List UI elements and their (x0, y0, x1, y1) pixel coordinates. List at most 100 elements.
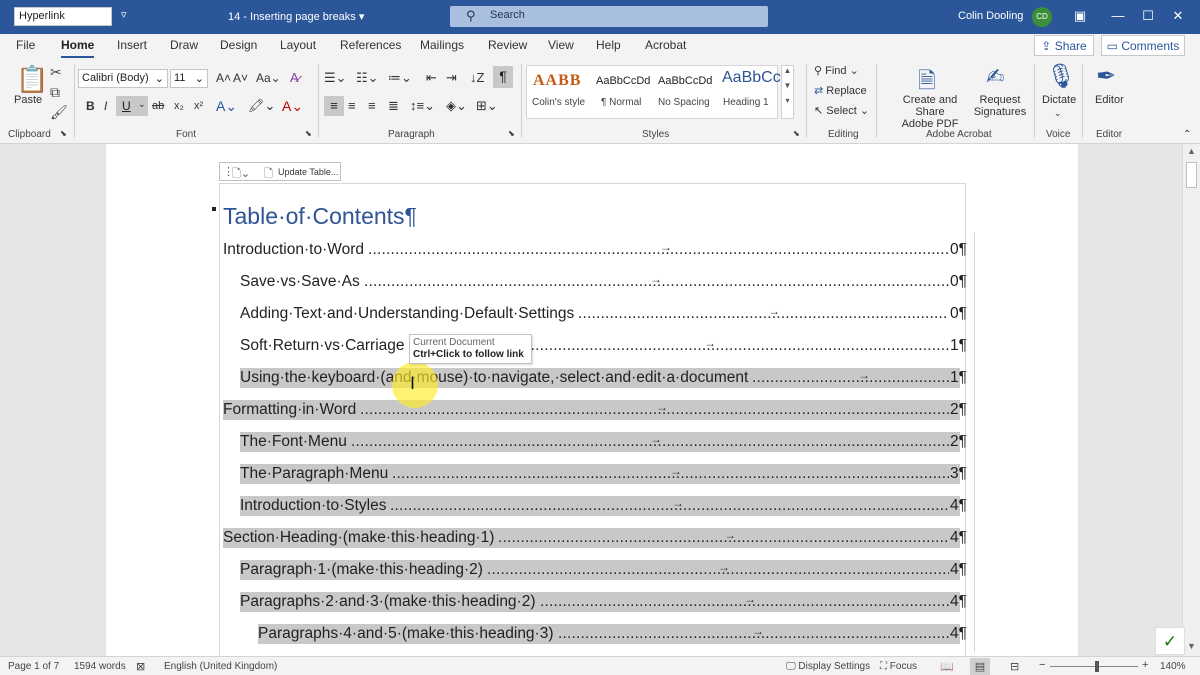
borders-icon[interactable]: ⊞⌄ (476, 98, 498, 114)
toc-menu-icon[interactable]: 🗋⌄ (232, 165, 250, 184)
print-layout-icon[interactable]: ▤ (970, 658, 990, 675)
focus-button[interactable]: ⛶ Focus (880, 661, 917, 672)
copy-icon[interactable]: ⧉ (50, 84, 60, 101)
create-share-pdf-button[interactable]: Create and Share Adobe PDF (890, 94, 970, 130)
shrink-font-icon[interactable]: A˅ (233, 71, 248, 85)
page-count[interactable]: Page 1 of 7 (8, 661, 59, 672)
superscript-icon[interactable]: x² (194, 100, 203, 112)
format-painter-icon[interactable]: 🖌 (50, 104, 68, 121)
chevron-up-icon[interactable]: ▲ (782, 66, 793, 75)
paragraph-launcher-icon[interactable]: ⬊ (508, 129, 515, 138)
toc-entry[interactable]: Save·vs·Save·As.........................… (240, 272, 967, 292)
font-size-select[interactable]: 11 ⌄ (170, 69, 208, 88)
tab-mailings[interactable]: Mailings (420, 38, 464, 52)
toc-entry[interactable]: Paragraph·1·(make·this·heading·2).......… (240, 560, 967, 580)
increase-indent-icon[interactable]: ⇥ (446, 70, 457, 86)
decrease-indent-icon[interactable]: ⇤ (426, 70, 437, 86)
minimize-icon[interactable]: — (1106, 6, 1130, 26)
comments-button[interactable]: ▭ Comments (1101, 35, 1185, 56)
tab-references[interactable]: References (340, 38, 401, 52)
more-styles-icon[interactable]: ▾ (782, 96, 793, 105)
web-layout-icon[interactable]: ⊟ (1010, 660, 1019, 673)
toc-entry[interactable]: Paragraphs·4·and·5·(make·this·heading·3)… (258, 624, 967, 644)
zoom-level[interactable]: 140% (1160, 661, 1186, 672)
tab-draw[interactable]: Draw (170, 38, 198, 52)
scrollbar-thumb[interactable] (1186, 162, 1197, 188)
user-name[interactable]: Colin Dooling (958, 10, 1023, 22)
select-button[interactable]: ↖ Select ⌄ (814, 104, 869, 117)
styles-gallery-scroll[interactable]: ▲ ▼ ▾ (781, 65, 794, 119)
tab-acrobat[interactable]: Acrobat (645, 38, 686, 52)
underline-button[interactable]: U ⌄ (116, 96, 148, 116)
toc-entry[interactable]: Using·the·keyboard·(and·mouse)·to·naviga… (240, 368, 967, 388)
toc-entry[interactable]: Soft·Return·vs·Carriage.................… (240, 336, 967, 356)
paste-icon[interactable]: 📋 (16, 64, 48, 95)
close-icon[interactable]: ✕ (1166, 6, 1190, 26)
style-name-box[interactable]: Hyperlink (14, 7, 112, 26)
subscript-icon[interactable]: x₂ (174, 100, 184, 112)
update-table-button[interactable]: Update Table... (278, 167, 338, 177)
request-signatures-icon[interactable]: ✍ (986, 64, 1004, 90)
word-count[interactable]: 1594 words (74, 661, 126, 672)
text-effects-icon[interactable]: A⌄ (216, 98, 237, 115)
chevron-down-icon[interactable]: ⌄ (1054, 108, 1062, 119)
collapse-ribbon-icon[interactable]: ⌃ (1183, 129, 1191, 140)
read-mode-icon[interactable]: 📖 (940, 660, 954, 673)
microphone-icon[interactable]: 🎙 (1046, 62, 1076, 91)
align-center-icon[interactable]: ≡ (348, 98, 356, 113)
tab-design[interactable]: Design (220, 38, 257, 52)
paste-label[interactable]: Paste (14, 94, 42, 106)
tab-file[interactable]: File (16, 38, 35, 52)
align-left-icon[interactable]: ≡ (324, 96, 344, 116)
tab-insert[interactable]: Insert (117, 38, 147, 52)
show-formatting-marks-icon[interactable]: ¶ (493, 66, 513, 88)
grow-font-icon[interactable]: A˄ (216, 71, 231, 85)
align-right-icon[interactable]: ≡ (368, 98, 376, 113)
search-input[interactable]: ⚲ Search (450, 6, 768, 27)
display-settings-button[interactable]: 🖵 Display Settings (786, 661, 870, 672)
bullets-icon[interactable]: ☰⌄ (324, 70, 347, 86)
proofing-icon[interactable]: ⊠ (136, 660, 145, 673)
toc-entry[interactable]: The·Font·Menu...........................… (240, 432, 967, 452)
find-button[interactable]: ⚲ Find ⌄ (814, 64, 859, 77)
scroll-down-icon[interactable]: ▼ (1187, 641, 1196, 651)
bold-icon[interactable]: B (86, 99, 95, 113)
tab-layout[interactable]: Layout (280, 38, 316, 52)
justify-icon[interactable]: ≣ (388, 98, 399, 114)
zoom-out-icon[interactable]: − (1039, 659, 1045, 671)
strikethrough-icon[interactable]: ab (152, 100, 164, 112)
chevron-down-icon[interactable]: ▼ (782, 81, 793, 90)
line-spacing-icon[interactable]: ↕≡⌄ (410, 98, 435, 114)
numbering-icon[interactable]: ☷⌄ (356, 70, 379, 86)
vertical-scrollbar[interactable]: ▲ ▼ (1182, 144, 1200, 656)
clipboard-launcher-icon[interactable]: ⬊ (60, 129, 67, 138)
shading-icon[interactable]: ◈⌄ (446, 98, 467, 114)
scroll-up-icon[interactable]: ▲ (1187, 146, 1196, 156)
font-launcher-icon[interactable]: ⬊ (305, 129, 312, 138)
cut-icon[interactable]: ✂ (50, 64, 62, 81)
styles-launcher-icon[interactable]: ⬊ (793, 129, 800, 138)
editor-label[interactable]: Editor (1095, 94, 1124, 106)
zoom-slider-thumb[interactable] (1095, 661, 1099, 672)
replace-button[interactable]: ⇄ Replace (814, 84, 867, 97)
toc-entry[interactable]: Adding·Text·and·Understanding·Default·Se… (240, 304, 967, 324)
zoom-in-icon[interactable]: + (1142, 659, 1148, 671)
toc-entry[interactable]: The·Paragraph·Menu......................… (240, 464, 967, 484)
ribbon-display-options-icon[interactable]: ▣ (1068, 6, 1092, 26)
toc-heading[interactable]: Table·of·Contents¶ (223, 203, 417, 230)
avatar[interactable]: CD (1032, 7, 1052, 27)
multilevel-list-icon[interactable]: ≔⌄ (388, 70, 412, 86)
checkmark-icon[interactable]: ✓ (1155, 627, 1185, 655)
zoom-slider[interactable] (1050, 666, 1138, 667)
font-name-select[interactable]: Calibri (Body) ⌄ (78, 69, 168, 88)
toc-entry[interactable]: Section·Heading·(make·this·heading·1)...… (223, 528, 967, 548)
sort-icon[interactable]: ↓Z (470, 70, 484, 85)
tab-help[interactable]: Help (596, 38, 621, 52)
tab-review[interactable]: Review (488, 38, 527, 52)
italic-icon[interactable]: I (104, 99, 107, 113)
update-table-icon[interactable]: 🗋 (264, 165, 273, 184)
toc-entry[interactable]: Introduction·to·Word....................… (223, 240, 967, 260)
editor-pen-icon[interactable]: ✒ (1096, 62, 1116, 91)
tab-view[interactable]: View (548, 38, 574, 52)
quick-access-dropdown-icon[interactable]: ▿ (121, 8, 127, 21)
